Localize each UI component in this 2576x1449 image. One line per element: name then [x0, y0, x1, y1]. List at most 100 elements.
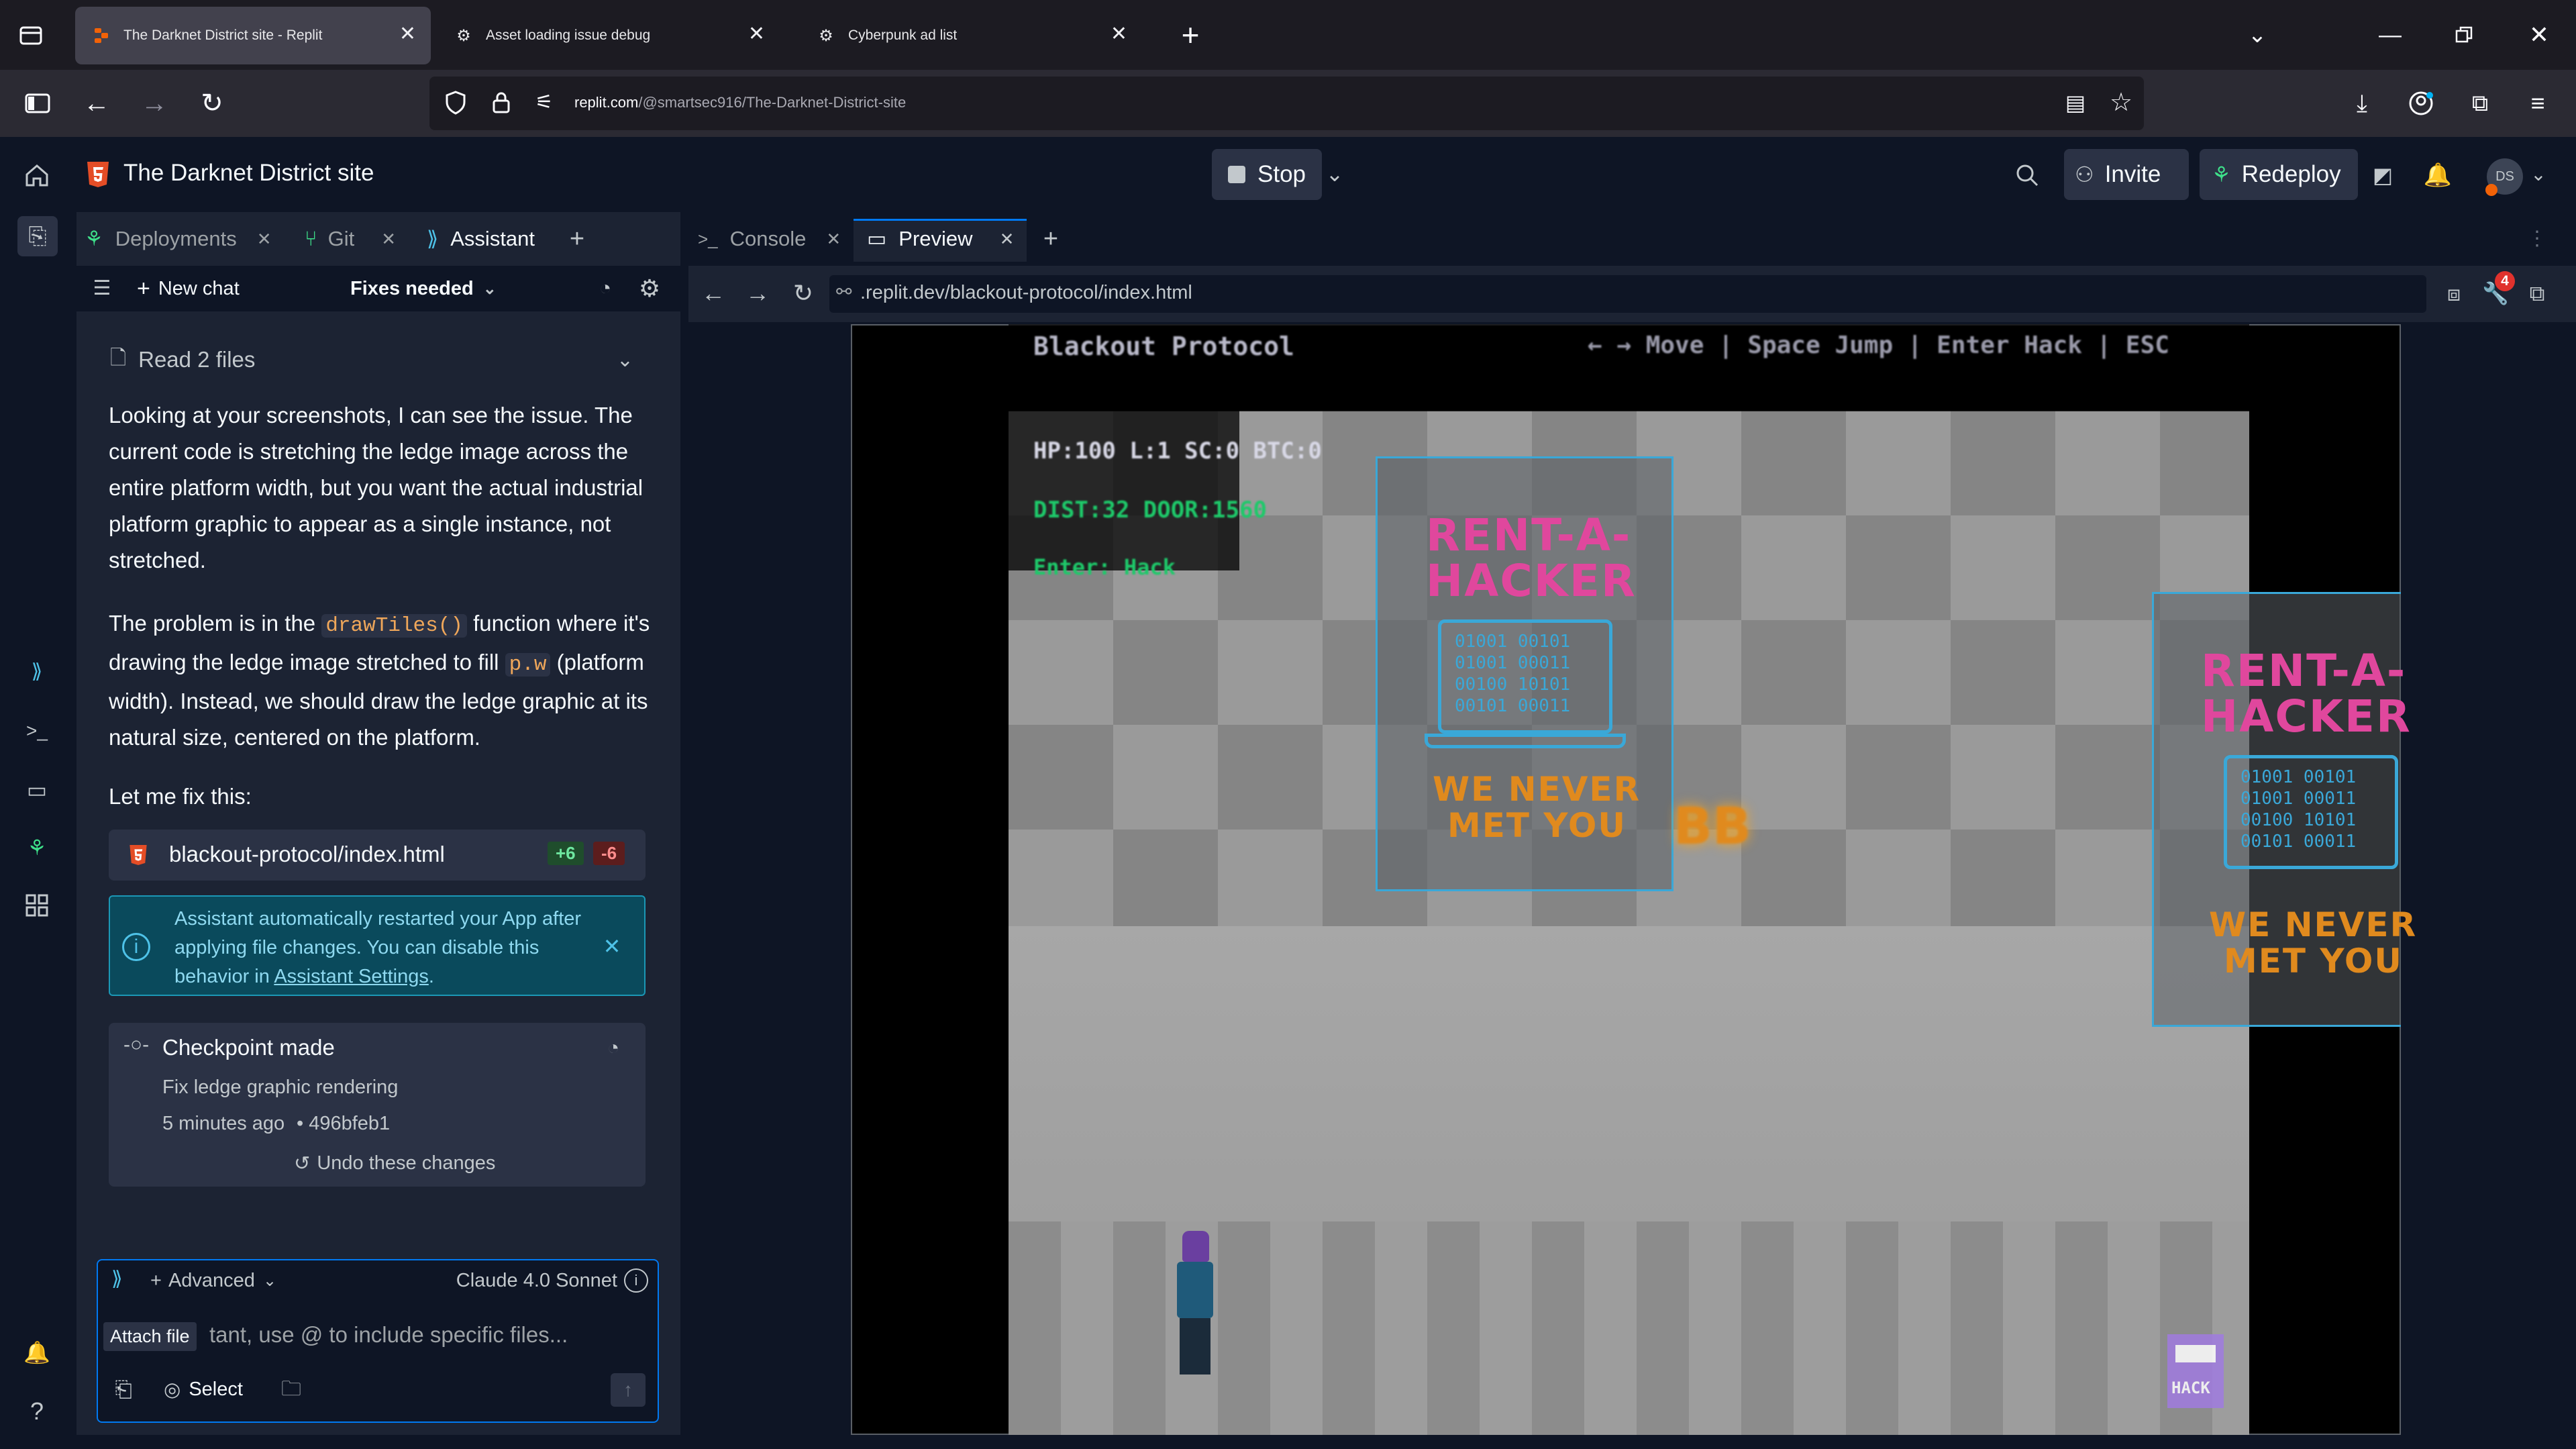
send-button[interactable]: ↑	[611, 1373, 646, 1407]
new-tab-icon[interactable]: +	[1174, 19, 1206, 51]
folder-icon[interactable]: 🗀	[276, 1375, 306, 1404]
rent-a-hacker-ad: RENT-A- HACKER 01001 00101 01001 00011 0…	[2152, 592, 2416, 1027]
search-icon[interactable]	[2010, 158, 2044, 192]
add-user-icon: ⚇	[2075, 162, 2094, 187]
close-tab-icon[interactable]: ✕	[399, 24, 416, 44]
chevron-down-icon: ⌄	[262, 1272, 277, 1290]
console-rail-icon[interactable]: >_	[20, 714, 54, 748]
chevron-down-icon[interactable]: ⌄	[1319, 158, 1350, 189]
model-selector[interactable]: Claude 4.0 Sonnet	[456, 1270, 617, 1292]
binary-row: 00100 10101	[1455, 674, 1571, 695]
gauge-icon[interactable]: ◔	[600, 1035, 627, 1062]
bell-icon[interactable]: 🔔	[2421, 158, 2455, 192]
assistant-tab-icon: ⟫	[427, 227, 439, 250]
chevron-down-icon: ⌄	[482, 279, 497, 298]
info-icon[interactable]: i	[624, 1268, 648, 1293]
checkpoint-hash: • 496bfeb1	[297, 1113, 391, 1134]
open-new-window-icon[interactable]: ⧉	[2522, 278, 2553, 309]
tab-git[interactable]: ⑂ Git ✕	[305, 212, 396, 266]
tracking-shield-icon[interactable]	[439, 86, 472, 119]
window-icon[interactable]: ◩	[2366, 158, 2400, 192]
replit-favicon-icon	[91, 26, 111, 46]
assistant-rail-icon[interactable]: ⟫	[20, 655, 54, 689]
sparkle-icon: +	[150, 1270, 162, 1291]
extensions-icon[interactable]: ⧉	[2464, 87, 2496, 119]
para2-text-a: The problem is in the	[109, 611, 316, 636]
close-tab-icon[interactable]: ✕	[826, 229, 841, 250]
gauge-icon[interactable]: ◔	[590, 274, 620, 303]
preview-url[interactable]: .replit.dev/blackout-protocol/index.html	[860, 282, 1192, 304]
read-files-row[interactable]: 🗋 Read 2 files ⌄	[110, 341, 633, 379]
back-icon[interactable]: ←	[81, 87, 113, 119]
browser-tab-replit[interactable]: The Darknet District site - Replit ✕	[75, 7, 431, 64]
reload-icon[interactable]: ↻	[196, 87, 228, 119]
chat-history-icon[interactable]: ☰	[87, 274, 117, 303]
list-all-tabs-icon[interactable]: ⌄	[2241, 19, 2273, 51]
binary-row: 01001 00101	[1455, 632, 1571, 652]
help-docs-icon[interactable]: 🔔	[20, 1336, 54, 1369]
close-tab-icon[interactable]: ✕	[381, 229, 396, 250]
preview-rail-icon[interactable]: ▭	[20, 773, 54, 807]
devices-icon[interactable]: ⧈	[2438, 278, 2469, 309]
avatar-chevron-icon[interactable]: ⌄	[2527, 161, 2550, 188]
invite-button[interactable]: ⚇ Invite	[2064, 149, 2189, 200]
browser-tab-cyberpunk[interactable]: ⚙ Cyberpunk ad list ✕	[800, 7, 1142, 64]
lock-icon[interactable]	[484, 86, 518, 119]
mode-dropdown[interactable]: + Advanced ⌄	[150, 1270, 276, 1292]
preview-forward-icon[interactable]: →	[742, 278, 773, 309]
tab-assistant[interactable]: ⟫ Assistant	[427, 212, 535, 266]
new-chat-button[interactable]: + New chat	[137, 274, 240, 303]
url-text[interactable]: replit.com/@smartsec916/The-Darknet-Dist…	[574, 94, 906, 111]
tab-list-icon[interactable]	[15, 19, 47, 51]
preview-back-icon[interactable]: ←	[698, 278, 729, 309]
tab-preview[interactable]: ▭ Preview ✕	[867, 212, 1014, 266]
settings-gear-icon[interactable]: ⚙	[635, 274, 664, 303]
restore-window-icon[interactable]	[2448, 19, 2480, 51]
select-element-button[interactable]: ◎ Select	[164, 1375, 243, 1404]
add-tab-icon[interactable]: +	[562, 224, 592, 254]
files-icon[interactable]: ⎘	[17, 216, 58, 256]
sidebar-toggle-icon[interactable]	[21, 87, 54, 119]
close-window-icon[interactable]: ✕	[2523, 19, 2555, 51]
stop-button[interactable]: Stop	[1212, 149, 1322, 200]
ad-line-1: RENT-A-	[2201, 645, 2407, 697]
reader-view-icon[interactable]: ▤	[2060, 87, 2091, 118]
browser-tab-asset[interactable]: ⚙ Asset loading issue debug ✕	[437, 7, 780, 64]
git-icon: ⑂	[305, 227, 317, 250]
add-tab-icon[interactable]: +	[1036, 224, 1066, 254]
deployments-rail-icon[interactable]: ⚘	[20, 831, 54, 864]
close-tab-icon[interactable]: ✕	[257, 229, 272, 250]
ad-line-3: WE NEVER	[2209, 905, 2418, 944]
download-icon[interactable]: ⤓	[2346, 87, 2378, 119]
redeploy-button[interactable]: ⚘ Redeploy	[2200, 149, 2358, 200]
assistant-settings-link[interactable]: Assistant Settings	[274, 966, 429, 987]
preview-reload-icon[interactable]: ↻	[788, 278, 819, 309]
close-tab-icon[interactable]: ✕	[1000, 229, 1015, 250]
project-name[interactable]: The Darknet District site	[123, 160, 374, 187]
minimize-window-icon[interactable]: —	[2374, 19, 2406, 51]
binary-row: 00101 00011	[2240, 832, 2357, 852]
tab-deployments[interactable]: ⚘ Deployments ✕	[85, 212, 272, 266]
close-tab-icon[interactable]: ✕	[748, 24, 765, 44]
chat-title-dropdown[interactable]: Fixes needed ⌄	[350, 274, 497, 303]
target-icon: ◎	[164, 1379, 181, 1401]
game-floor-band	[1009, 926, 2249, 1221]
file-change-card[interactable]: blackout-protocol/index.html +6 -6	[109, 830, 646, 881]
undo-changes-button[interactable]: ↺ Undo these changes	[294, 1152, 495, 1175]
apps-grid-icon[interactable]	[20, 889, 54, 922]
tab-console[interactable]: >_ Console ✕	[698, 212, 841, 266]
binary-row: 01001 00011	[1455, 653, 1571, 673]
workspace-header: The Darknet District site Stop ⌄ ⚇ Invit…	[0, 137, 2576, 212]
close-icon[interactable]: ✕	[597, 932, 627, 961]
more-options-icon[interactable]: ⋮	[2527, 224, 2547, 254]
help-icon[interactable]: ?	[20, 1395, 54, 1428]
bookmark-star-icon[interactable]: ☆	[2106, 87, 2136, 118]
forward-icon[interactable]: →	[138, 87, 170, 119]
home-icon[interactable]	[20, 158, 54, 192]
menu-icon[interactable]: ≡	[2522, 87, 2554, 119]
chat-input-placeholder[interactable]: tant, use @ to include specific files...	[209, 1322, 568, 1348]
paperclip-icon[interactable]: ⎗	[110, 1375, 137, 1404]
permissions-icon[interactable]: ⚟	[527, 86, 561, 119]
close-tab-icon[interactable]: ✕	[1111, 24, 1127, 44]
account-icon[interactable]	[2405, 87, 2437, 119]
